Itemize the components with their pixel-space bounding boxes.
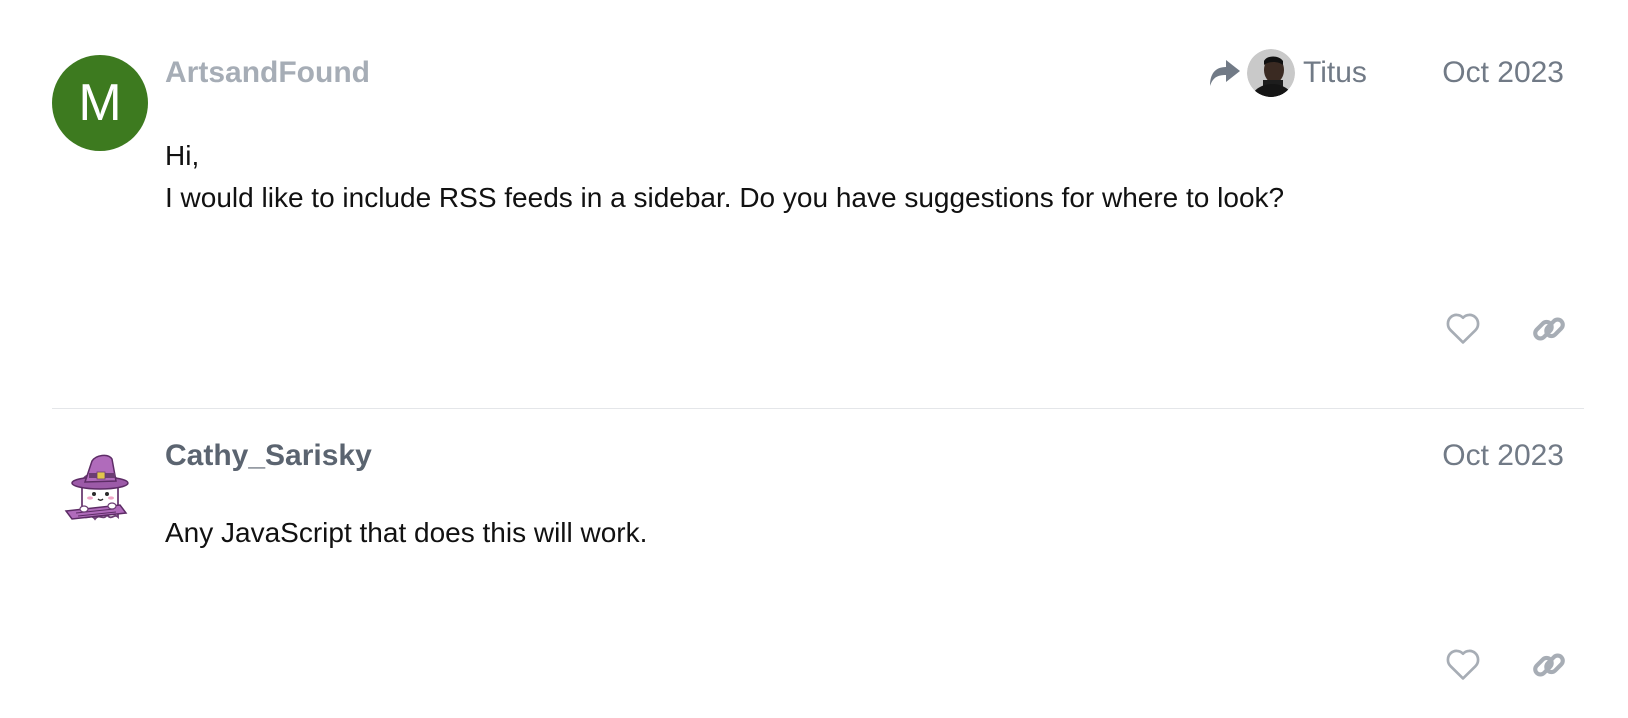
heart-icon[interactable] [1444,646,1482,684]
post-actions [1444,310,1568,348]
post-item: Cathy_Sarisky Oct 2023 Any JavaScript th… [52,409,1584,718]
post-actions [1444,646,1568,684]
reply-to-username[interactable]: Titus [1303,55,1367,91]
link-icon[interactable] [1530,646,1568,684]
post-author-username[interactable]: ArtsandFound [165,55,370,91]
link-icon[interactable] [1530,310,1568,348]
heart-icon[interactable] [1444,310,1482,348]
post-body: Hi, I would like to include RSS feeds in… [165,135,1284,219]
post-date[interactable]: Oct 2023 [1442,55,1564,91]
post-text-line: Hi, [165,140,200,171]
post-author-username[interactable]: Cathy_Sarisky [165,438,372,474]
reply-user-avatar [1247,49,1295,97]
reply-to-indicator[interactable]: Titus [1207,48,1367,98]
post-body: Any JavaScript that does this will work. [165,512,647,554]
reply-arrow-icon [1210,60,1240,86]
ghost-witch-avatar[interactable] [52,443,148,539]
post-text-line: Any JavaScript that does this will work. [165,517,648,548]
post-text-line: I would like to include RSS feeds in a s… [165,182,1285,213]
post-date[interactable]: Oct 2023 [1442,438,1564,474]
user-avatar[interactable]: M [52,55,148,151]
post-item: M ArtsandFound Titus Oct 2023 Hi, I woul… [52,0,1584,408]
